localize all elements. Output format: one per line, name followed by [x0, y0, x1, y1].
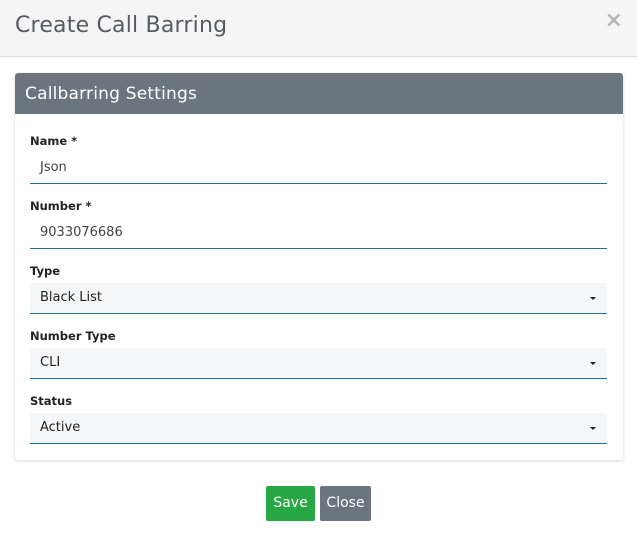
create-call-barring-modal: Create Call Barring × Callbarring Settin… — [0, 0, 637, 551]
number-label: Number * — [30, 199, 92, 213]
number-type-select[interactable]: CLI — [30, 348, 607, 379]
number-type-value: CLI — [40, 355, 61, 370]
chevron-down-icon — [590, 297, 596, 300]
status-select[interactable]: Active — [30, 413, 607, 444]
chevron-down-icon — [590, 362, 596, 365]
name-input[interactable]: Json — [30, 153, 607, 184]
modal-title: Create Call Barring — [15, 13, 228, 38]
chevron-down-icon — [590, 427, 596, 430]
type-value: Black List — [40, 290, 103, 305]
modal-header: Create Call Barring × — [0, 0, 637, 57]
card-header: Callbarring Settings — [15, 73, 623, 114]
name-value: Json — [40, 160, 67, 175]
save-button[interactable]: Save — [266, 486, 315, 521]
card-title: Callbarring Settings — [25, 84, 198, 104]
type-label: Type — [30, 264, 61, 278]
close-button[interactable]: Close — [320, 486, 371, 521]
number-input[interactable]: 9033076686 — [30, 218, 607, 249]
type-select[interactable]: Black List — [30, 283, 607, 314]
close-icon[interactable]: × — [605, 10, 623, 32]
status-value: Active — [40, 420, 81, 435]
callbarring-settings-card: Callbarring Settings Name * Json Number … — [15, 73, 623, 460]
status-label: Status — [30, 394, 73, 408]
name-label: Name * — [30, 134, 78, 148]
number-type-label: Number Type — [30, 329, 116, 343]
number-value: 9033076686 — [40, 225, 123, 240]
